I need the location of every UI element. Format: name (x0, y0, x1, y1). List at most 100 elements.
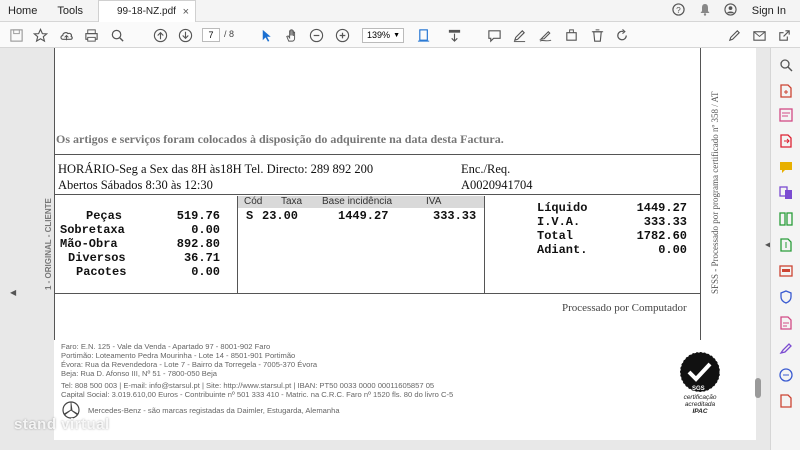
cell-iva: 333.33 (433, 209, 477, 223)
row-label: I.V.A. (537, 215, 581, 229)
create-pdf-icon[interactable] (779, 84, 793, 98)
menu-tools[interactable]: Tools (47, 0, 93, 22)
export-pdf-icon[interactable] (779, 134, 793, 148)
rotate-icon[interactable] (612, 25, 632, 45)
fill-sign-panel-icon[interactable] (779, 342, 793, 356)
watermark-logo: stand virtual (14, 416, 110, 433)
hand-tool-icon[interactable] (281, 25, 301, 45)
share-icon[interactable] (774, 25, 794, 45)
pdf-page: Os artigos e serviços foram colocados à … (54, 48, 756, 440)
toolbar: 7 / 8 139% ▼ (0, 22, 800, 48)
help-icon[interactable]: ? (666, 3, 692, 19)
col-base: Base incidência (322, 196, 393, 207)
row-label: Líquido (537, 201, 588, 215)
zoom-in-icon[interactable] (332, 25, 352, 45)
delivery-notice: Os artigos e serviços foram colocados à … (56, 132, 504, 146)
footer-line: Faro: E.N. 125 - Vale da Venda - Apartad… (61, 342, 271, 351)
cloud-upload-icon[interactable] (56, 25, 76, 45)
sign-pen-icon[interactable] (724, 25, 744, 45)
redact-icon[interactable] (779, 264, 793, 278)
edit-pdf-icon[interactable] (779, 108, 793, 122)
row-label: Peças (86, 209, 123, 223)
bookmark-star-icon[interactable] (30, 25, 50, 45)
row-value: 0.00 (658, 243, 687, 257)
page-fit-icon[interactable] (414, 25, 434, 45)
save-icon[interactable] (6, 25, 26, 45)
row-label: Pacotes (76, 265, 127, 279)
cert-sgs: SGS (692, 386, 705, 392)
footer-line: Tel: 808 500 003 | E-mail: info@starsul.… (61, 381, 435, 390)
divider (54, 154, 701, 155)
page-total: / 8 (224, 29, 235, 39)
copy-label-vertical: 1 - ORIGINAL - CLIENTE (44, 198, 53, 290)
row-label: Diversos (68, 251, 126, 265)
tax-table: Cód Taxa Base incidência IVA S 23.00 144… (237, 196, 485, 293)
totals-left-row: Mão-Obra 892.80 (60, 237, 220, 251)
prev-page-icon[interactable] (150, 25, 170, 45)
print-icon[interactable] (81, 25, 101, 45)
totals-left-row: Sobretaxa 0.00 (60, 223, 220, 237)
mercedes-note: Mercedes-Benz - são marcas registadas da… (88, 406, 340, 415)
cert-line: certificação (683, 394, 717, 401)
footer-line: Capital Social: 3.019.610,00 Euros - Con… (61, 390, 454, 399)
comment-icon[interactable] (484, 25, 504, 45)
row-value: 0.00 (191, 223, 220, 237)
compress-pdf-icon[interactable] (779, 238, 793, 252)
totals-left: Peças 519.76 Sobretaxa 0.00 Mão-Obra 892.80… (60, 209, 220, 279)
certification-vertical: SFSS - Processado por programa certifica… (710, 91, 720, 294)
cert-line: IPAC (692, 408, 708, 415)
scroll-mode-icon[interactable] (444, 25, 464, 45)
select-cursor-icon[interactable] (256, 25, 276, 45)
protect-icon[interactable] (779, 290, 793, 304)
document-viewport[interactable]: ◀ Os artigos e serviços foram colocados … (10, 48, 762, 450)
highlight-pen-icon[interactable] (509, 25, 529, 45)
tab-title: 99-18-NZ.pdf (117, 6, 176, 17)
totals-left-row: Pacotes 0.00 (60, 265, 220, 279)
comment-panel-icon[interactable] (779, 160, 793, 174)
page-number-input[interactable]: 7 (202, 28, 220, 42)
collapse-left-icon[interactable]: ◀ (10, 288, 16, 297)
footer-line: Beja: Rua D. Afonso III, Nº 51 - 7800-05… (61, 369, 218, 378)
totals-left-row: Diversos 36.71 (60, 251, 220, 265)
row-value: 1449.27 (636, 201, 687, 215)
zoom-value: 139% (367, 30, 391, 40)
account-icon[interactable] (718, 3, 744, 19)
send-review-icon[interactable] (779, 368, 793, 382)
email-icon[interactable] (749, 25, 769, 45)
delete-icon[interactable] (587, 25, 607, 45)
col-taxa: Taxa (281, 196, 303, 207)
row-label: Total (537, 229, 574, 243)
more-tools-icon[interactable] (779, 394, 793, 408)
zoom-panel-icon[interactable] (779, 58, 793, 72)
zoom-search-icon[interactable] (107, 25, 127, 45)
bell-icon[interactable] (692, 3, 718, 19)
footer-line: Évora: Rua da Revendedora - Lote 7 - Bai… (61, 360, 318, 369)
footer-line: Portimão: Loteamento Pedra Mourinha - Lo… (61, 351, 296, 360)
cell-taxa: 23.00 (262, 209, 299, 223)
stamp-icon[interactable] (561, 25, 581, 45)
chevron-down-icon: ▼ (393, 32, 400, 39)
tab-close-icon[interactable]: × (183, 1, 189, 23)
cell-cod: S (246, 209, 254, 223)
zoom-select[interactable]: 139% ▼ (362, 28, 404, 43)
row-label: Mão-Obra (60, 237, 118, 251)
organize-pages-icon[interactable] (779, 212, 793, 226)
zoom-out-icon[interactable] (306, 25, 326, 45)
scrollbar-thumb[interactable] (755, 378, 761, 398)
schedule-line-2: Abertos Sábados 8:30 às 12:30 (58, 178, 213, 192)
divider (54, 194, 701, 195)
combine-files-icon[interactable] (779, 186, 793, 200)
tab-document[interactable]: 99-18-NZ.pdf × (98, 0, 196, 23)
menu-home[interactable]: Home (0, 0, 47, 22)
prepare-form-icon[interactable] (779, 316, 793, 330)
next-page-icon[interactable] (175, 25, 195, 45)
row-value: 333.33 (643, 215, 687, 229)
col-iva: IVA (426, 196, 442, 207)
row-label: Adiant. (537, 243, 588, 257)
cert-text: certificação acreditada IPAC (674, 394, 726, 415)
divider (54, 293, 701, 294)
tools-panel (770, 48, 800, 450)
row-value: 36.71 (183, 251, 220, 265)
sign-in-link[interactable]: Sign In (744, 5, 800, 17)
fill-sign-icon[interactable] (535, 25, 555, 45)
